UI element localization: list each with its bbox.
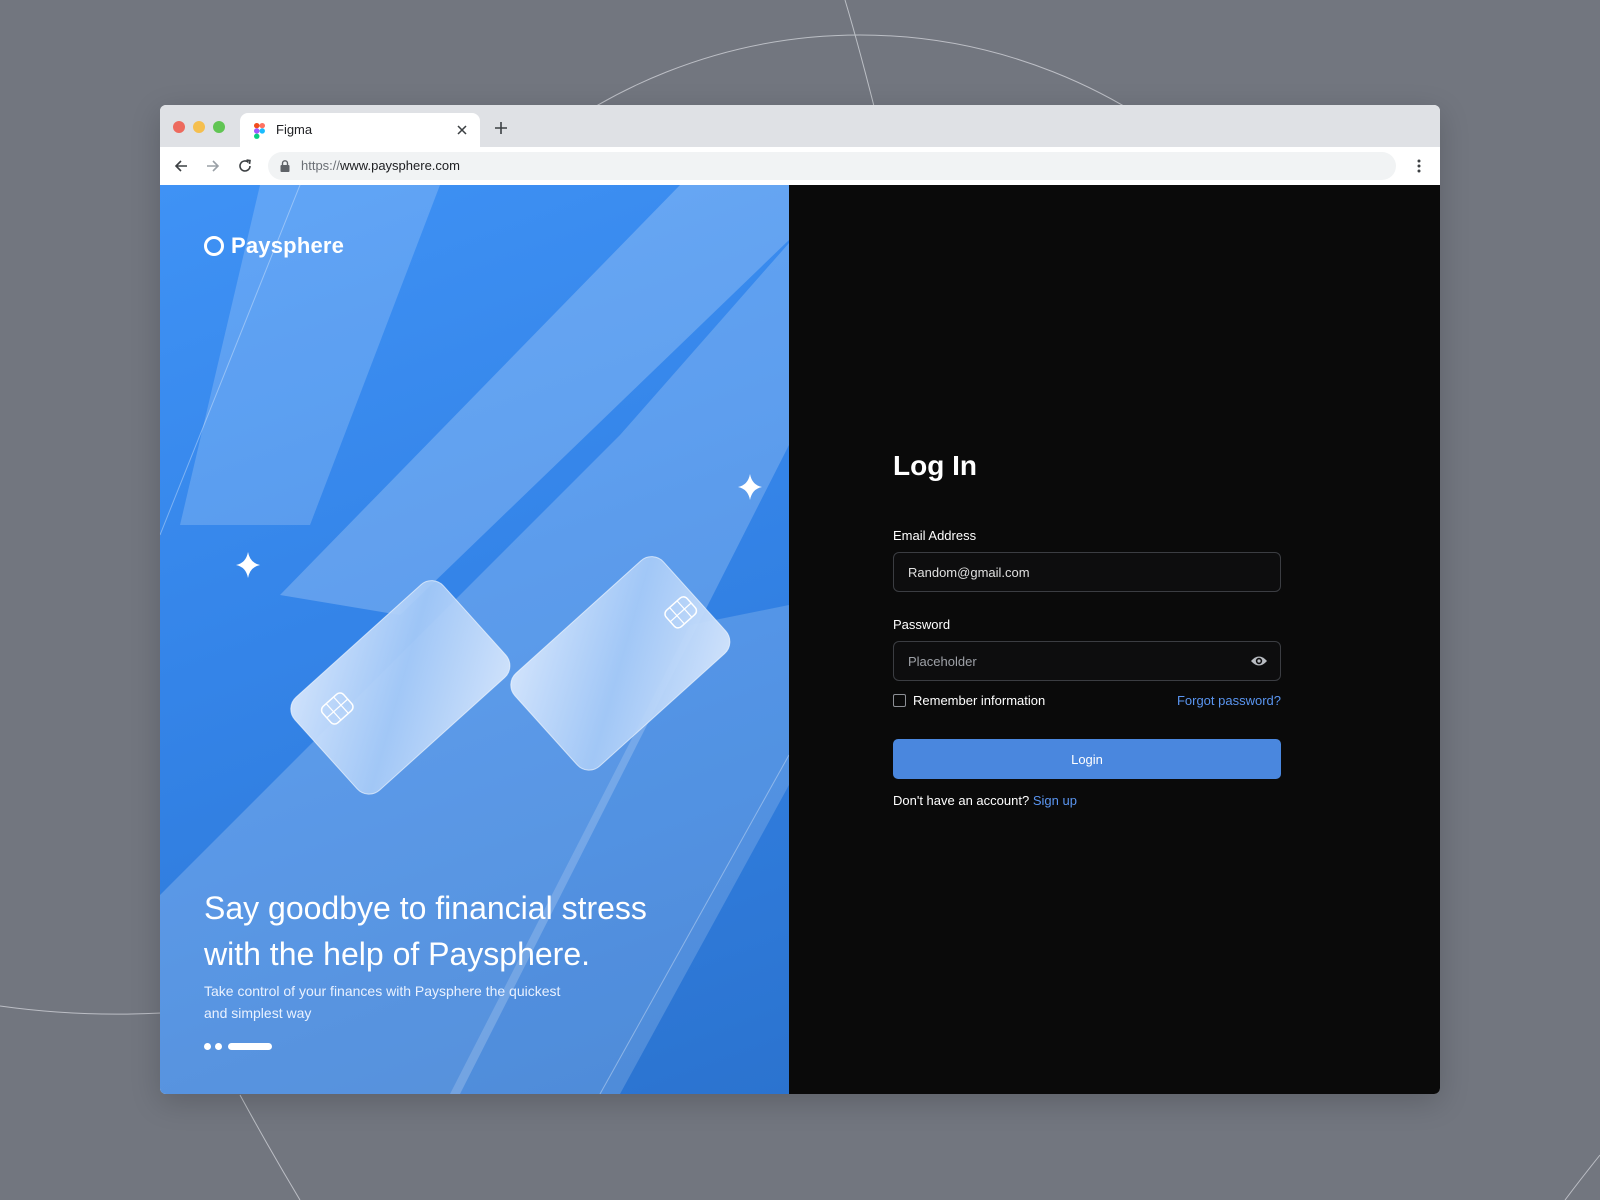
form-options: Remember information Forgot password?: [893, 693, 1281, 708]
arrow-left-icon[interactable]: [170, 155, 192, 177]
sparkle-icon: [236, 552, 260, 578]
window-maximize-dot[interactable]: [213, 121, 225, 133]
remember-checkbox[interactable]: [893, 694, 906, 707]
page-content: Paysphere Say goodbye to financial stres…: [160, 185, 1440, 1094]
login-button[interactable]: Login: [893, 739, 1281, 779]
email-field-wrapper: [893, 552, 1281, 592]
signup-prompt: Don't have an account?: [893, 793, 1030, 808]
pager-dot[interactable]: [204, 1043, 211, 1050]
url-scheme: https://: [301, 158, 341, 173]
url-text: https://www.paysphere.com: [301, 158, 460, 173]
signup-link[interactable]: Sign up: [1033, 793, 1077, 808]
lock-icon: [280, 160, 290, 172]
signup-row: Don't have an account? Sign up: [893, 793, 1281, 808]
browser-window: Figma https://www.paysphere.com Payspher…: [160, 105, 1440, 1094]
plus-icon[interactable]: [490, 117, 512, 139]
eye-icon[interactable]: [1250, 653, 1268, 669]
browser-tab[interactable]: Figma: [240, 113, 480, 147]
hero-panel: Paysphere Say goodbye to financial stres…: [160, 185, 789, 1094]
reload-icon[interactable]: [234, 155, 256, 177]
password-label: Password: [893, 617, 951, 632]
remember-label[interactable]: Remember information: [913, 693, 1045, 708]
hero-subtext: Take control of your finances with Paysp…: [204, 983, 561, 1021]
brand-name: Paysphere: [231, 233, 345, 258]
tab-bar: Figma: [160, 105, 1440, 147]
figma-icon: [254, 123, 265, 139]
hero-headline: Say goodbye to financial stress with the…: [204, 890, 647, 972]
forgot-password-link[interactable]: Forgot password?: [1177, 693, 1281, 708]
window-close-dot[interactable]: [173, 121, 185, 133]
kebab-menu-icon[interactable]: [1408, 155, 1430, 177]
tab-title: Figma: [276, 122, 313, 137]
page-title: Log In: [893, 450, 977, 481]
circle-logo-icon: [204, 236, 224, 256]
password-field-wrapper: [893, 641, 1281, 681]
email-field[interactable]: [894, 553, 1262, 591]
login-panel: Log In Email Address Password: [789, 185, 1440, 1094]
email-label: Email Address: [893, 528, 977, 543]
carousel-pager: [204, 1043, 272, 1050]
pager-dot[interactable]: [215, 1043, 222, 1050]
login-form: Log In Email Address Password: [893, 450, 1281, 808]
arrow-right-icon[interactable]: [202, 155, 224, 177]
password-field[interactable]: [894, 642, 1262, 680]
pager-active-indicator[interactable]: [228, 1043, 272, 1050]
close-icon[interactable]: [452, 120, 472, 140]
window-minimize-dot[interactable]: [193, 121, 205, 133]
url-host: www.paysphere.com: [340, 158, 460, 173]
brand-logo[interactable]: Paysphere: [204, 233, 344, 259]
remember-option: Remember information: [893, 693, 1045, 708]
address-bar: https://www.paysphere.com: [160, 147, 1440, 186]
url-bar[interactable]: https://www.paysphere.com: [268, 152, 1396, 180]
